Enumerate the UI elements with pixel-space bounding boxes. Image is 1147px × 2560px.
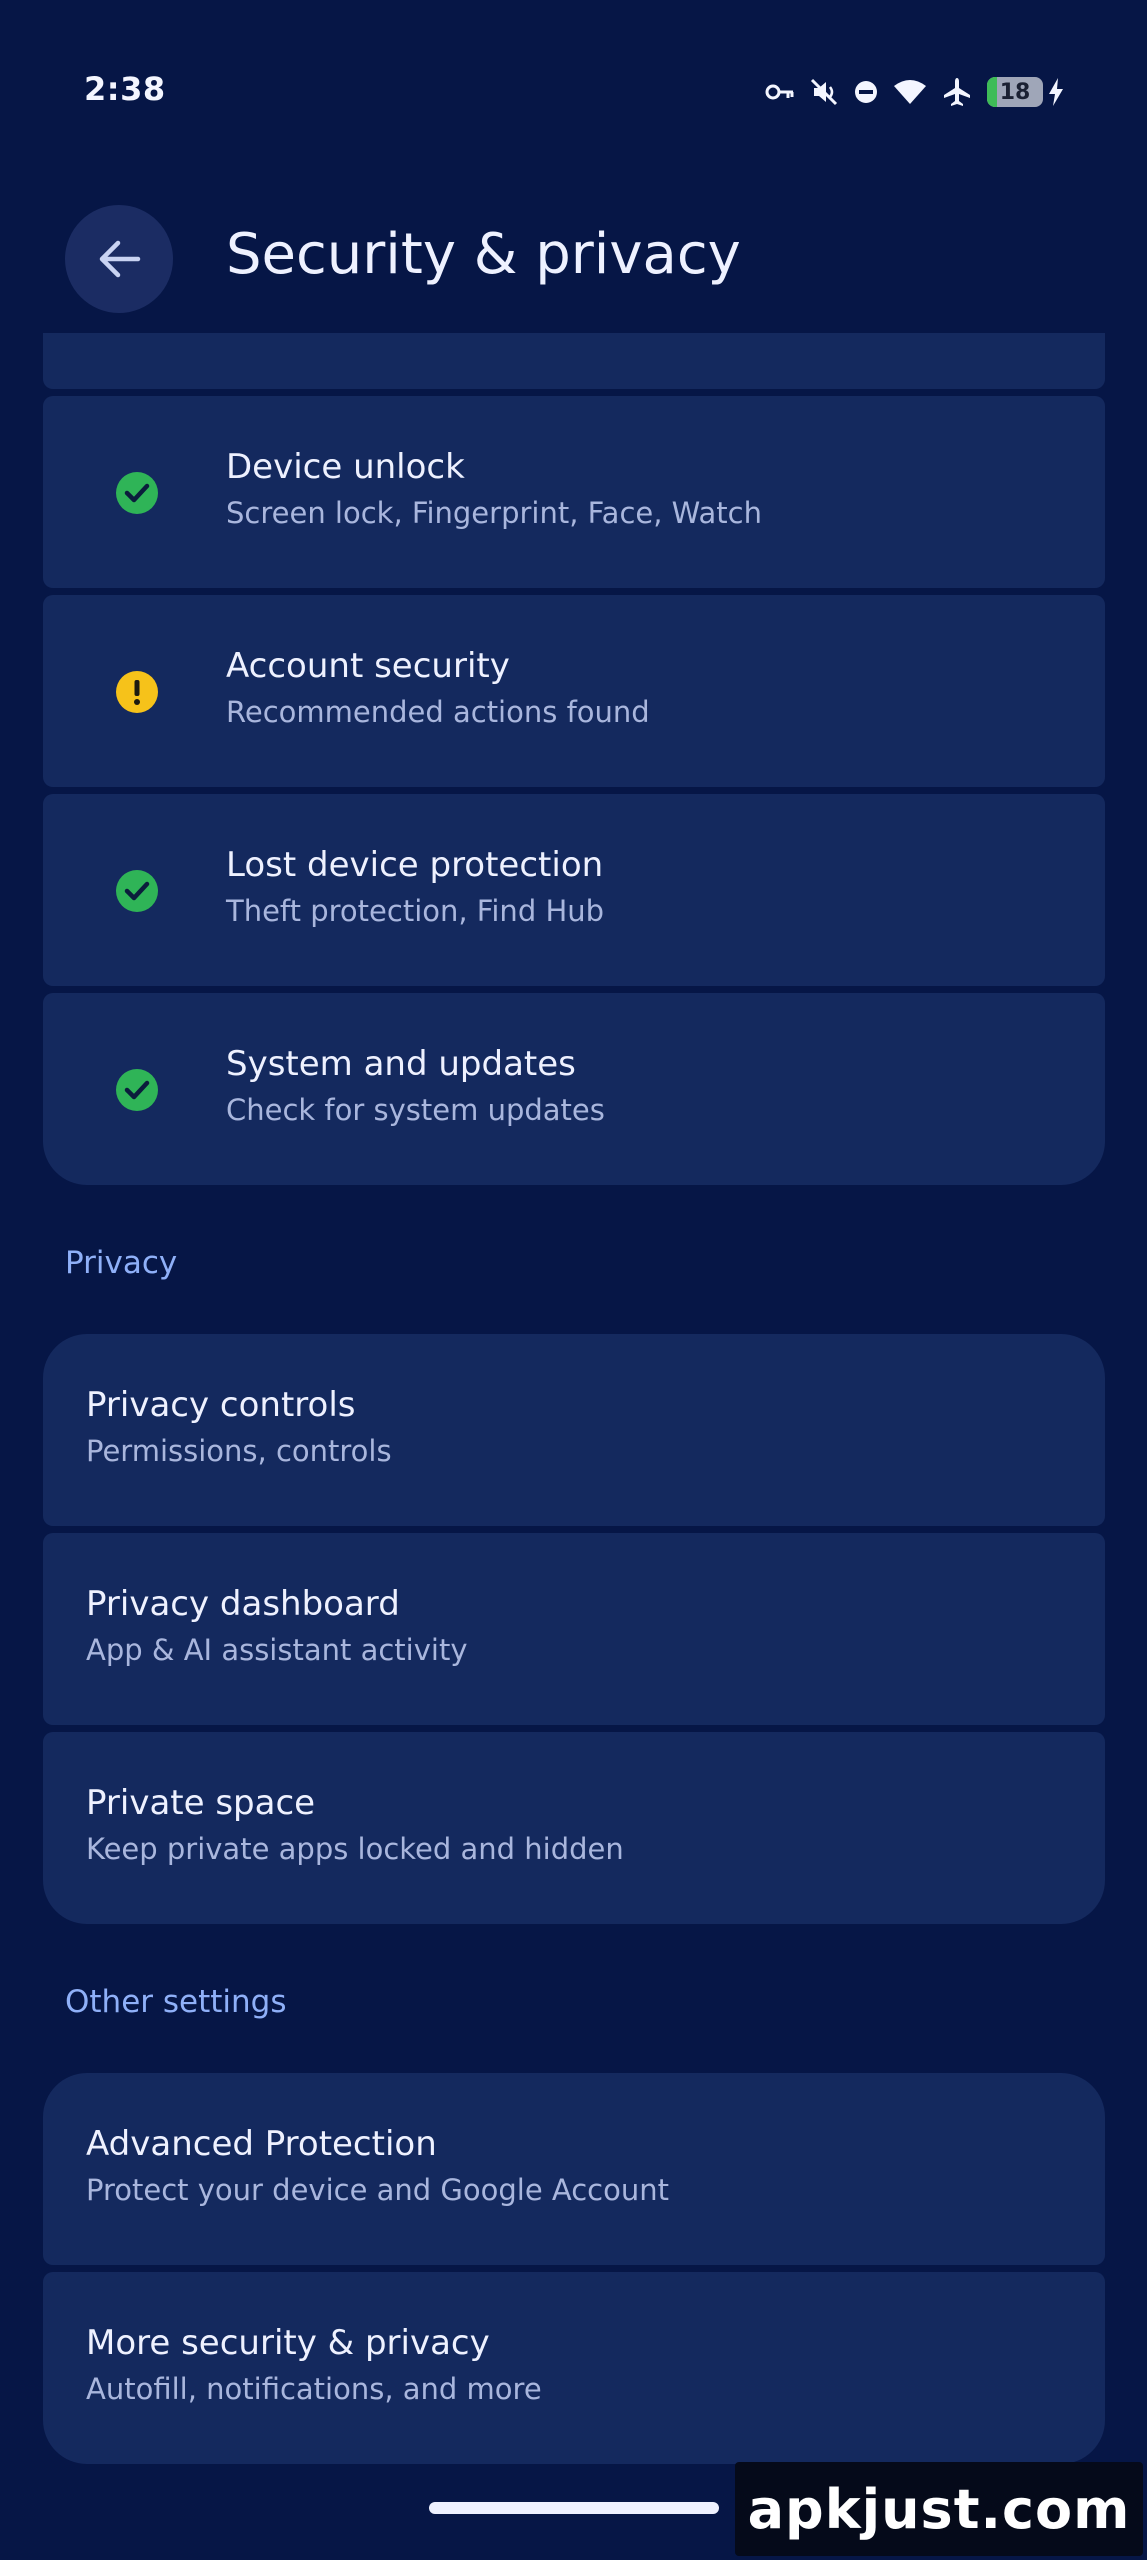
- wifi-icon: [893, 78, 927, 106]
- item-subtitle: Permissions, controls: [86, 1434, 392, 1468]
- list-item-privacy-dashboard[interactable]: Privacy dashboard App & AI assistant act…: [43, 1533, 1105, 1725]
- vpn-key-icon: [765, 81, 795, 103]
- watermark: apkjust.com: [735, 2462, 1143, 2556]
- arrow-back-icon: [96, 239, 142, 279]
- partial-list-item[interactable]: [43, 333, 1105, 389]
- item-title: Account security: [226, 646, 510, 686]
- battery-level: 18: [999, 79, 1031, 105]
- item-title: Privacy dashboard: [86, 1584, 400, 1624]
- list-item-account-security[interactable]: Account security Recommended actions fou…: [43, 595, 1105, 787]
- settings-list: Device unlock Screen lock, Fingerprint, …: [0, 333, 1147, 2471]
- item-subtitle: Autofill, notifications, and more: [86, 2372, 542, 2406]
- battery-icon: 18: [987, 77, 1043, 107]
- app-header: Security & privacy: [0, 200, 1147, 320]
- item-title: Device unlock: [226, 447, 465, 487]
- section-header-privacy: Privacy: [65, 1245, 178, 1281]
- item-title: Advanced Protection: [86, 2124, 437, 2164]
- status-time: 2:38: [84, 70, 166, 108]
- item-title: System and updates: [226, 1044, 576, 1084]
- section-header-other-settings: Other settings: [65, 1984, 287, 2020]
- item-subtitle: Screen lock, Fingerprint, Face, Watch: [226, 496, 762, 530]
- warning-icon: [116, 671, 158, 713]
- airplane-icon: [941, 76, 973, 108]
- item-subtitle: Protect your device and Google Account: [86, 2173, 670, 2207]
- list-item-private-space[interactable]: Private space Keep private apps locked a…: [43, 1732, 1105, 1924]
- item-title: Privacy controls: [86, 1385, 356, 1425]
- list-item-system-updates[interactable]: System and updates Check for system upda…: [43, 993, 1105, 1185]
- item-subtitle: App & AI assistant activity: [86, 1633, 468, 1667]
- list-item-lost-device-protection[interactable]: Lost device protection Theft protection,…: [43, 794, 1105, 986]
- gesture-nav-bar[interactable]: [429, 2502, 719, 2514]
- item-subtitle: Keep private apps locked and hidden: [86, 1832, 624, 1866]
- status-bar: 2:38 18: [0, 0, 1147, 170]
- item-subtitle: Theft protection, Find Hub: [226, 894, 605, 928]
- item-title: Private space: [86, 1783, 316, 1823]
- list-item-more-security-privacy[interactable]: More security & privacy Autofill, notifi…: [43, 2272, 1105, 2464]
- dnd-icon: [853, 79, 879, 105]
- list-item-privacy-controls[interactable]: Privacy controls Permissions, controls: [43, 1334, 1105, 1526]
- list-item-advanced-protection[interactable]: Advanced Protection Protect your device …: [43, 2073, 1105, 2265]
- muted-icon: [809, 77, 839, 107]
- item-subtitle: Check for system updates: [226, 1093, 605, 1127]
- page-title: Security & privacy: [226, 222, 741, 287]
- item-title: Lost device protection: [226, 845, 604, 885]
- item-title: More security & privacy: [86, 2323, 490, 2363]
- back-button[interactable]: [65, 205, 173, 313]
- charging-icon: [1047, 77, 1065, 107]
- list-item-device-unlock[interactable]: Device unlock Screen lock, Fingerprint, …: [43, 396, 1105, 588]
- check-circle-icon: [116, 1069, 158, 1111]
- check-circle-icon: [116, 870, 158, 912]
- item-subtitle: Recommended actions found: [226, 695, 650, 729]
- check-circle-icon: [116, 472, 158, 514]
- status-icons: 18: [765, 72, 1065, 112]
